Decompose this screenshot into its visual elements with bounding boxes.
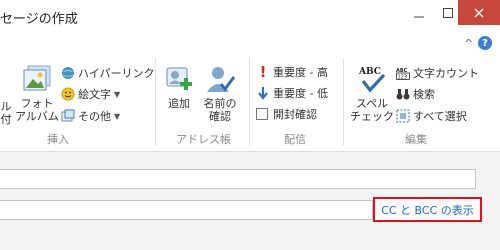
help-icon[interactable]: ?: [478, 36, 492, 50]
select-all-label: すべて選択: [413, 110, 467, 123]
find-label: 検索: [413, 88, 435, 101]
word-count-icon: ABC 123: [396, 68, 410, 81]
chevron-up-icon[interactable]: ^: [464, 37, 473, 50]
check-names-button[interactable]: 名前の 確認: [199, 64, 241, 123]
to-field[interactable]: [0, 169, 476, 189]
binoculars-icon: [396, 89, 410, 100]
exclamation-icon: !: [259, 63, 267, 81]
add-contact-icon: [166, 67, 192, 90]
checkbox-icon: [256, 108, 268, 120]
insert-object-icon: [61, 109, 75, 122]
globe-link-icon: [62, 67, 74, 79]
group-divider: [155, 58, 156, 146]
arrow-down-icon: [258, 87, 268, 100]
add-contact-button[interactable]: 追加: [162, 64, 196, 110]
spelling-label-1: スペル: [355, 97, 389, 110]
check-names-label-1: 名前の: [203, 97, 237, 110]
find-button[interactable]: 検索: [396, 86, 435, 102]
select-all-button[interactable]: すべて選択: [396, 108, 467, 124]
group-label-insert: 挿入: [47, 133, 69, 146]
emoji-button[interactable]: 絵文字 ▼: [61, 86, 120, 102]
group-label-address-book: アドレス帳: [176, 133, 231, 146]
photo-album-button[interactable]: フォト アルバム: [14, 64, 60, 123]
partial-insert-button[interactable]: ル 付: [0, 100, 14, 126]
svg-text:ABC: ABC: [358, 67, 381, 77]
partial-insert-label-1: ル: [0, 100, 12, 113]
close-button[interactable]: [458, 0, 500, 25]
partial-insert-label-2: 付: [0, 113, 12, 126]
emoji-label: 絵文字: [78, 88, 111, 101]
group-divider: [249, 58, 250, 146]
group-label-editing: 編集: [405, 133, 427, 146]
check-names-label-2: 確認: [209, 110, 231, 123]
smiley-icon: [61, 87, 75, 101]
priority-low-button[interactable]: 重要度 - 低: [256, 85, 328, 101]
hyperlink-label: ハイパーリンク: [78, 67, 155, 80]
photo-album-icon: [23, 65, 51, 91]
group-label-delivery: 配信: [284, 133, 306, 146]
read-receipt-label: 開封確認: [273, 108, 317, 121]
select-all-icon: [396, 109, 410, 123]
svg-text:123: 123: [398, 75, 408, 81]
insert-other-label: その他: [78, 110, 111, 123]
priority-high-button[interactable]: ! 重要度 - 高: [256, 64, 328, 80]
read-receipt-checkbox[interactable]: 開封確認: [256, 106, 317, 122]
subject-field[interactable]: [0, 200, 373, 220]
hyperlink-button[interactable]: ハイパーリンク: [61, 65, 155, 81]
window-title: セージの作成: [0, 12, 78, 27]
minimize-button[interactable]: [404, 0, 433, 25]
add-contact-label: 追加: [168, 97, 190, 110]
ribbon-tab-strip: [0, 34, 500, 54]
spelling-label-2: チェック: [350, 110, 394, 123]
dropdown-arrow-icon: ▼: [114, 111, 121, 121]
close-icon: [474, 8, 484, 17]
show-cc-bcc-link[interactable]: CC と BCC の表示: [373, 197, 482, 222]
spelling-button[interactable]: ABC スペル チェック: [350, 64, 394, 123]
photo-album-label-1: フォト: [20, 97, 54, 110]
maximize-icon: [442, 7, 453, 18]
priority-low-label: 重要度 - 低: [273, 87, 328, 100]
insert-other-button[interactable]: その他 ▼: [61, 108, 120, 124]
group-divider: [343, 58, 344, 146]
spell-check-icon: ABC: [358, 67, 386, 93]
dropdown-arrow-icon: ▼: [114, 89, 121, 99]
check-names-icon: [207, 67, 235, 92]
photo-album-label-2: アルバム: [15, 110, 59, 123]
word-count-label: 文字カウント: [413, 67, 479, 80]
priority-high-label: 重要度 - 高: [273, 66, 328, 79]
minimize-icon: [413, 16, 424, 17]
word-count-button[interactable]: ABC 123 文字カウント: [396, 65, 479, 81]
